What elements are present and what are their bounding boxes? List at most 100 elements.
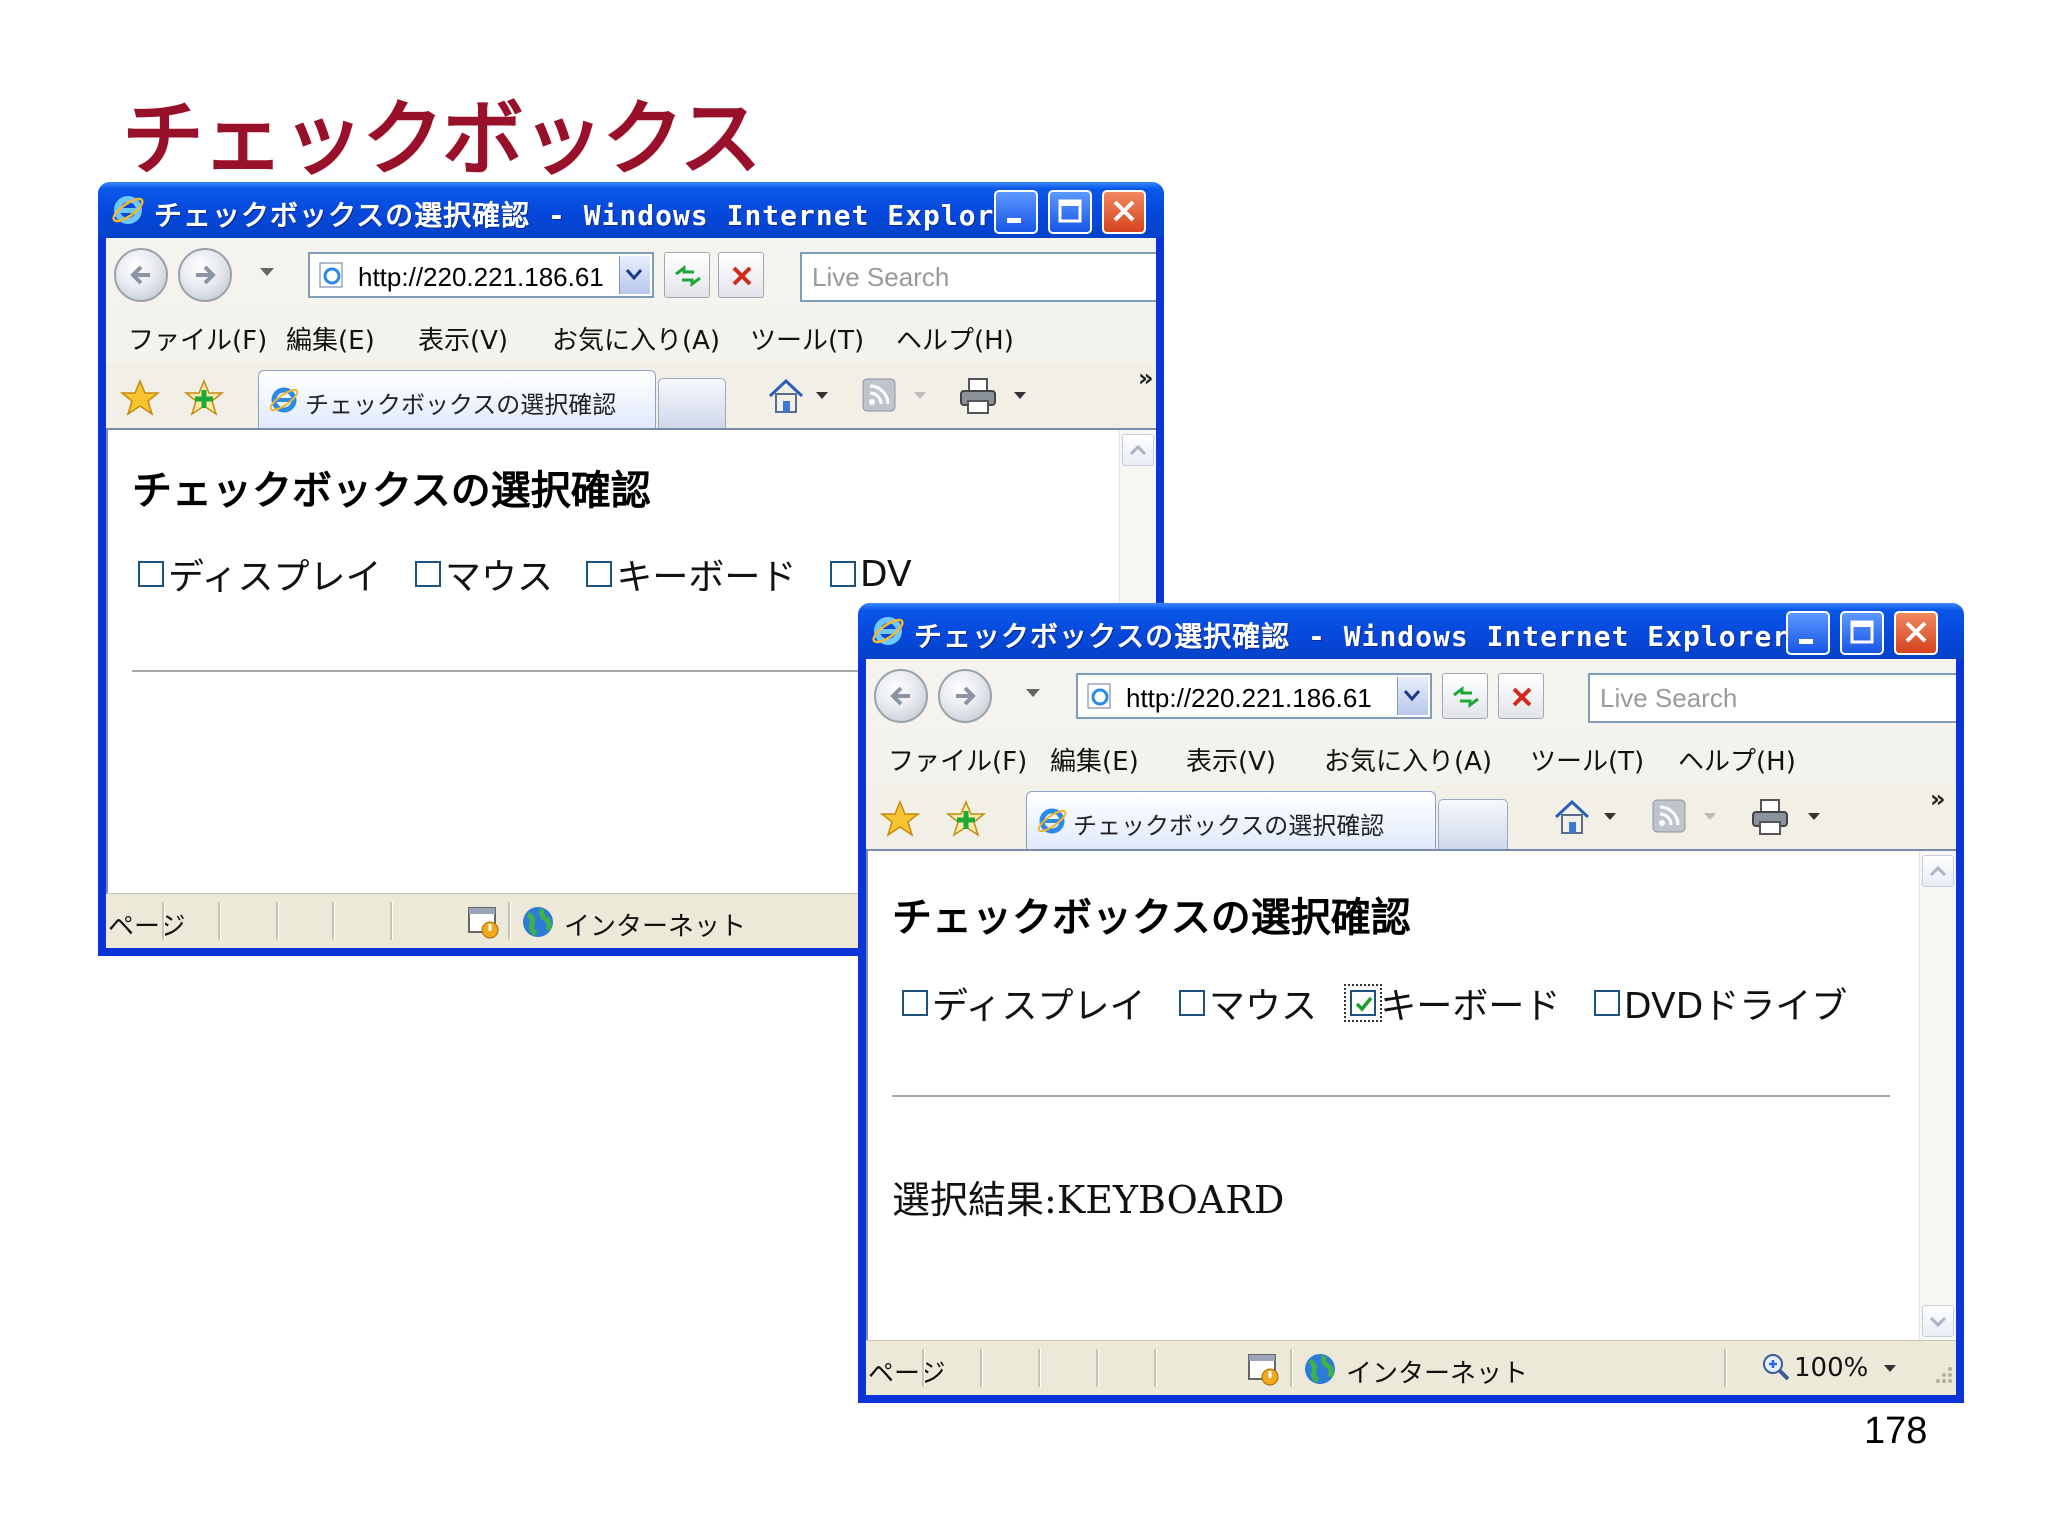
vertical-scrollbar[interactable] bbox=[1919, 851, 1956, 1341]
minimize-button[interactable] bbox=[994, 190, 1038, 234]
protected-mode-icon[interactable] bbox=[1246, 1351, 1282, 1387]
checkbox-keyboard[interactable] bbox=[1344, 984, 1383, 1022]
stop-button[interactable] bbox=[1498, 673, 1544, 719]
resize-grip-icon[interactable] bbox=[1930, 1361, 1954, 1385]
scroll-up-button[interactable] bbox=[1922, 855, 1954, 887]
chevron-up-icon bbox=[1129, 444, 1147, 456]
feeds-icon[interactable] bbox=[860, 376, 898, 414]
refresh-button[interactable] bbox=[664, 252, 710, 298]
feeds-dropdown-icon[interactable] bbox=[1704, 813, 1716, 820]
tab-active[interactable]: チェックボックスの選択確認 bbox=[258, 370, 656, 428]
checkbox-keyboard[interactable] bbox=[586, 561, 613, 587]
ie-logo-icon bbox=[872, 617, 904, 645]
forward-button[interactable] bbox=[938, 669, 992, 723]
menu-help[interactable]: ヘルプ(H) bbox=[1678, 741, 1796, 778]
status-divider bbox=[980, 1349, 983, 1387]
checkbox-mouse[interactable] bbox=[1178, 990, 1205, 1016]
home-dropdown-icon[interactable] bbox=[1604, 813, 1616, 820]
menu-edit[interactable]: 編集(E) bbox=[1050, 741, 1139, 778]
close-window-button[interactable] bbox=[1102, 190, 1146, 234]
protected-mode-icon[interactable] bbox=[466, 904, 502, 940]
feeds-icon[interactable] bbox=[1650, 797, 1688, 835]
history-dropdown-icon[interactable] bbox=[1026, 689, 1040, 697]
checkbox-item[interactable]: マウス bbox=[414, 548, 553, 600]
more-tools-chevron[interactable]: » bbox=[1138, 364, 1154, 392]
title-bar[interactable]: チェックボックスの選択確認 - Windows Internet Explore… bbox=[858, 603, 1964, 659]
stop-icon bbox=[732, 266, 752, 286]
scroll-up-button[interactable] bbox=[1122, 434, 1154, 466]
favorites-star-icon[interactable] bbox=[120, 378, 160, 418]
checkbox-item[interactable]: DVDドライブ bbox=[1593, 977, 1847, 1029]
search-box[interactable]: Live Search bbox=[1588, 673, 1956, 723]
add-favorite-icon[interactable] bbox=[946, 799, 986, 839]
address-dropdown-button[interactable] bbox=[619, 256, 650, 294]
forward-button[interactable] bbox=[178, 248, 232, 302]
checkbox-label: キーボード bbox=[616, 557, 797, 598]
home-dropdown-icon[interactable] bbox=[816, 392, 828, 399]
maximize-button[interactable] bbox=[1048, 190, 1092, 234]
menu-favorites[interactable]: お気に入り(A) bbox=[552, 320, 720, 357]
checkbox-display[interactable] bbox=[902, 990, 928, 1016]
address-bar[interactable]: http://220.221.186.61 bbox=[1076, 673, 1432, 719]
menu-edit[interactable]: 編集(E) bbox=[286, 320, 375, 357]
menu-favorites[interactable]: お気に入り(A) bbox=[1324, 741, 1492, 778]
selection-result: 選択結果:KEYBOARD bbox=[892, 1169, 1284, 1224]
print-icon[interactable] bbox=[958, 376, 998, 416]
feeds-dropdown-icon[interactable] bbox=[914, 392, 926, 399]
search-box[interactable]: Live Search bbox=[800, 252, 1156, 302]
menu-tools[interactable]: ツール(T) bbox=[1530, 741, 1644, 778]
add-favorite-icon[interactable] bbox=[184, 378, 224, 418]
print-dropdown-icon[interactable] bbox=[1014, 392, 1026, 399]
scroll-down-button[interactable] bbox=[1922, 1305, 1954, 1337]
checkbox-item[interactable]: キーボード bbox=[1344, 977, 1560, 1029]
history-dropdown-icon[interactable] bbox=[260, 268, 274, 276]
back-button[interactable] bbox=[114, 248, 168, 302]
menu-file[interactable]: ファイル(F) bbox=[888, 741, 1027, 778]
minimize-icon bbox=[1799, 639, 1813, 644]
back-arrow-icon bbox=[130, 265, 150, 285]
minimize-button[interactable] bbox=[1786, 611, 1830, 655]
status-divider bbox=[1038, 1349, 1041, 1387]
home-icon[interactable] bbox=[1552, 797, 1592, 837]
more-tools-chevron[interactable]: » bbox=[1930, 785, 1946, 813]
checkbox-item[interactable]: ディスプレイ bbox=[138, 548, 381, 600]
ie-tab-icon bbox=[269, 387, 299, 413]
checkbox-item[interactable]: ディスプレイ bbox=[902, 977, 1145, 1029]
status-divider bbox=[1154, 1349, 1157, 1387]
checkbox-label: ディスプレイ bbox=[168, 557, 382, 598]
address-dropdown-button[interactable] bbox=[1397, 677, 1428, 715]
menu-help[interactable]: ヘルプ(H) bbox=[896, 320, 1014, 357]
menu-file[interactable]: ファイル(F) bbox=[128, 320, 267, 357]
checkbox-item[interactable]: DV bbox=[829, 554, 912, 595]
checkbox-item[interactable]: キーボード bbox=[586, 548, 796, 600]
print-icon[interactable] bbox=[1750, 797, 1790, 837]
zoom-icon[interactable] bbox=[1760, 1351, 1792, 1383]
menu-view[interactable]: 表示(V) bbox=[1186, 741, 1276, 778]
menu-bar: ファイル(F) 編集(E) 表示(V) お気に入り(A) ツール(T) ヘルプ(… bbox=[106, 308, 1156, 364]
new-tab-button[interactable] bbox=[658, 378, 726, 428]
checkbox-mouse[interactable] bbox=[414, 561, 441, 587]
checkbox-dvd[interactable] bbox=[1593, 990, 1620, 1016]
globe-icon bbox=[1305, 1354, 1335, 1384]
menu-tools[interactable]: ツール(T) bbox=[750, 320, 864, 357]
stop-button[interactable] bbox=[718, 252, 764, 298]
address-bar[interactable]: http://220.221.186.61 bbox=[308, 252, 654, 298]
zoom-dropdown-icon[interactable] bbox=[1884, 1365, 1896, 1372]
menu-view[interactable]: 表示(V) bbox=[418, 320, 508, 357]
checkbox-item[interactable]: マウス bbox=[1178, 977, 1317, 1029]
maximize-button[interactable] bbox=[1840, 611, 1884, 655]
back-button[interactable] bbox=[874, 669, 928, 723]
checkbox-dvd[interactable] bbox=[829, 561, 856, 587]
favorites-star-icon[interactable] bbox=[880, 799, 920, 839]
tab-active[interactable]: チェックボックスの選択確認 bbox=[1026, 791, 1436, 849]
checkbox-display[interactable] bbox=[138, 561, 164, 587]
zoom-level[interactable]: 100% bbox=[1794, 1353, 1868, 1383]
print-dropdown-icon[interactable] bbox=[1808, 813, 1820, 820]
refresh-button[interactable] bbox=[1442, 673, 1488, 719]
page-content: チェックボックスの選択確認 ディスプレイ マウス キーボード DVDドライブ 選… bbox=[866, 849, 1956, 1341]
new-tab-button[interactable] bbox=[1438, 799, 1508, 849]
search-placeholder: Live Search bbox=[812, 262, 950, 292]
title-bar[interactable]: チェックボックスの選択確認 - Windows Internet Explore… bbox=[98, 182, 1164, 238]
home-icon[interactable] bbox=[766, 376, 806, 416]
close-window-button[interactable] bbox=[1894, 611, 1938, 655]
